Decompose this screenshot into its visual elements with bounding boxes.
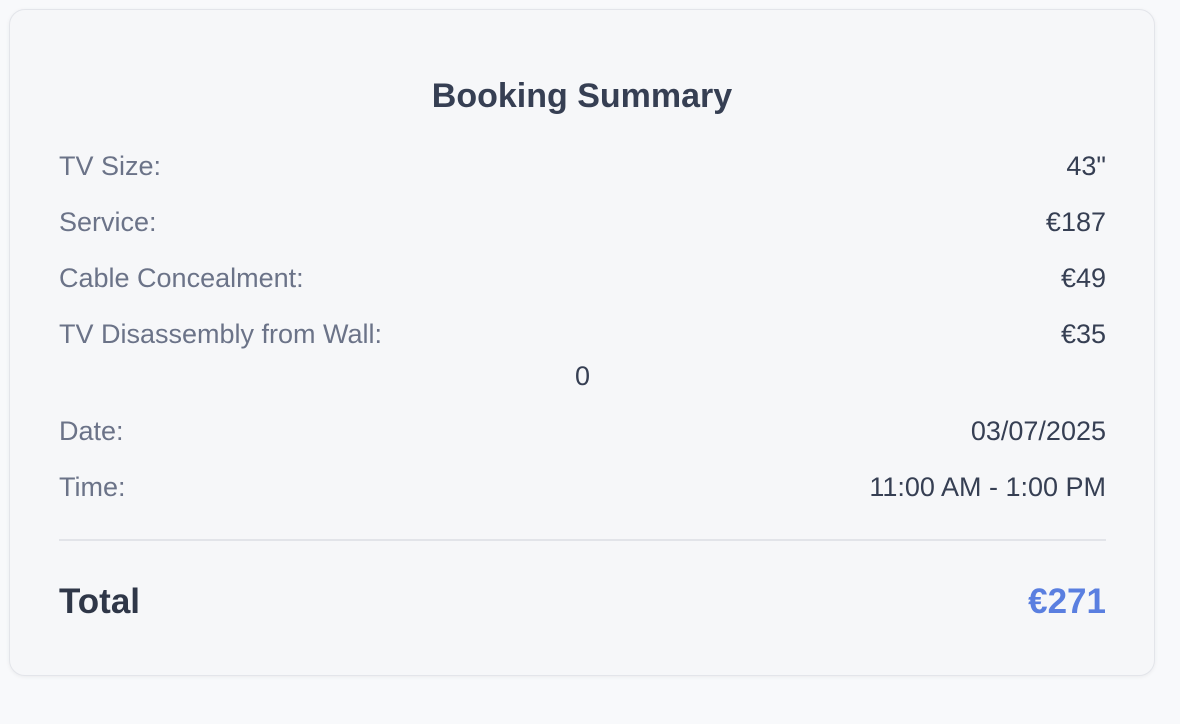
- cable-concealment-label: Cable Concealment:: [59, 262, 304, 293]
- date-label: Date:: [59, 415, 124, 446]
- booking-summary-card: Booking Summary TV Size: 43" Service: €1…: [9, 9, 1155, 676]
- booking-summary-title: Booking Summary: [431, 77, 733, 115]
- service-value: €187: [1045, 206, 1106, 237]
- tv-disassembly-label: TV Disassembly from Wall:: [59, 318, 383, 349]
- summary-row-tv-disassembly: TV Disassembly from Wall: €35: [59, 317, 1106, 351]
- total-row: Total €271: [59, 580, 1106, 624]
- tv-size-label: TV Size:: [59, 150, 162, 181]
- tv-size-value: 43": [1066, 150, 1106, 181]
- service-label: Service:: [59, 206, 157, 237]
- total-label: Total: [59, 582, 141, 621]
- extra-quantity-value: 0: [574, 361, 591, 391]
- summary-row-time: Time: 11:00 AM - 1:00 PM: [59, 470, 1106, 504]
- summary-row-service: Service: €187: [59, 205, 1106, 239]
- date-value: 03/07/2025: [970, 415, 1106, 446]
- summary-row-cable-concealment: Cable Concealment: €49: [59, 261, 1106, 295]
- time-label: Time:: [59, 471, 126, 502]
- total-value: €271: [1028, 582, 1106, 621]
- tv-disassembly-value: €35: [1060, 318, 1106, 349]
- summary-row-date: Date: 03/07/2025: [59, 414, 1106, 448]
- divider: [59, 539, 1106, 541]
- cable-concealment-value: €49: [1060, 262, 1106, 293]
- time-value: 11:00 AM - 1:00 PM: [869, 471, 1106, 502]
- summary-row-tv-size: TV Size: 43": [59, 149, 1106, 183]
